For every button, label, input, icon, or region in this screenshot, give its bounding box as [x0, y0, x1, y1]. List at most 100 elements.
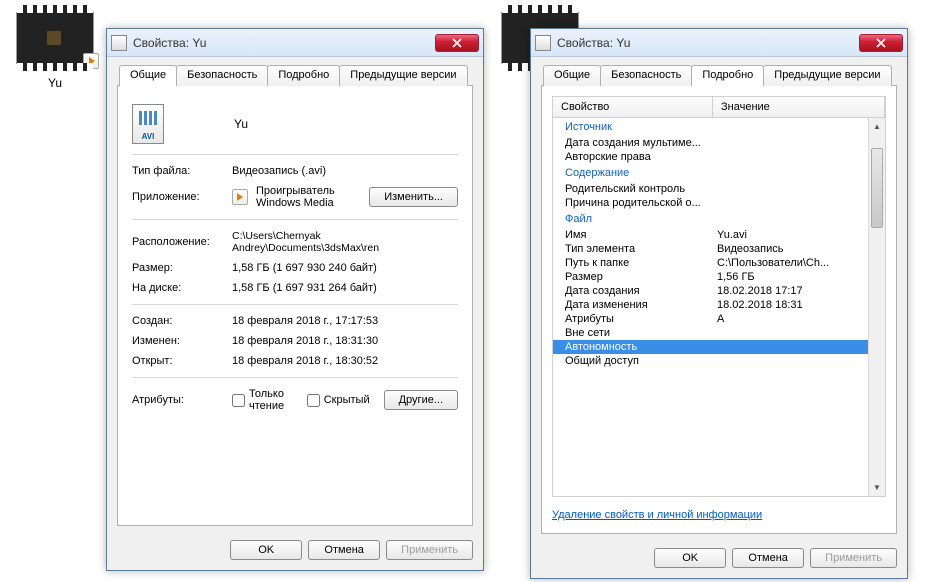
property-value — [713, 327, 885, 339]
property-name: Тип элемента — [553, 243, 713, 255]
value-modified: 18 февраля 2018 г., 18:31:30 — [232, 335, 458, 347]
tab-details[interactable]: Подробно — [267, 65, 340, 86]
dialog-footer: OK Отмена Применить — [107, 532, 483, 570]
titlebar[interactable]: Свойства: Yu — [107, 29, 483, 57]
close-button[interactable] — [859, 34, 903, 52]
label-modified: Изменен: — [132, 335, 232, 347]
property-value: 18.02.2018 17:17 — [713, 285, 885, 297]
avi-file-icon: AVI — [132, 104, 164, 144]
property-row[interactable]: Родительский контроль — [553, 182, 885, 196]
property-row[interactable]: Размер1,56 ГБ — [553, 270, 885, 284]
wmp-icon — [232, 189, 248, 205]
property-row[interactable]: Автономность — [553, 340, 885, 354]
scroll-down-icon[interactable]: ▼ — [869, 479, 885, 496]
property-name: Авторские права — [553, 151, 713, 163]
property-row[interactable]: Дата создания18.02.2018 17:17 — [553, 284, 885, 298]
tab-panel-general: AVI Тип файла: Видеозапись (.avi) Прилож… — [117, 86, 473, 526]
label-filetype: Тип файла: — [132, 165, 232, 177]
apply-button[interactable]: Применить — [386, 540, 473, 560]
property-value — [713, 151, 885, 163]
property-name: Причина родительской о... — [553, 197, 713, 209]
property-value — [713, 197, 885, 209]
property-name: Родительский контроль — [553, 183, 713, 195]
change-app-button[interactable]: Изменить... — [369, 187, 458, 207]
label-disk: На диске: — [132, 282, 232, 294]
property-row[interactable]: Авторские права — [553, 150, 885, 164]
dialog-title: Свойства: Yu — [133, 36, 435, 50]
property-group: Содержание — [553, 164, 885, 182]
tabstrip: Общие Безопасность Подробно Предыдущие в… — [541, 65, 897, 86]
column-header-value[interactable]: Значение — [713, 97, 885, 117]
scroll-up-icon[interactable]: ▲ — [869, 118, 885, 135]
tab-previous[interactable]: Предыдущие версии — [763, 65, 891, 86]
property-name: Имя — [553, 229, 713, 241]
titlebar[interactable]: Свойства: Yu — [531, 29, 907, 57]
label-location: Расположение: — [132, 236, 232, 248]
filename-input[interactable] — [232, 115, 432, 133]
play-overlay-icon — [83, 53, 99, 69]
property-group: Файл — [553, 210, 885, 228]
file-label: Yu — [10, 76, 100, 90]
remove-properties-link[interactable]: Удаление свойств и личной информации — [552, 509, 762, 521]
value-filetype: Видеозапись (.avi) — [232, 165, 458, 177]
ok-button[interactable]: OK — [230, 540, 302, 560]
label-created: Создан: — [132, 315, 232, 327]
dialog-title: Свойства: Yu — [557, 36, 859, 50]
column-header-property[interactable]: Свойство — [553, 97, 713, 117]
properties-dialog-general: Свойства: Yu Общие Безопасность Подробно… — [106, 28, 484, 571]
close-icon — [876, 38, 886, 48]
property-name: Дата создания мультиме... — [553, 137, 713, 149]
property-value — [713, 183, 885, 195]
property-row[interactable]: Путь к папкеC:\Пользователи\Ch... — [553, 256, 885, 270]
ok-button[interactable]: OK — [654, 548, 726, 568]
value-location: C:\Users\Chernyak Andrey\Documents\3dsMa… — [232, 230, 458, 254]
tab-previous[interactable]: Предыдущие версии — [339, 65, 467, 86]
property-row[interactable]: Дата изменения18.02.2018 18:31 — [553, 298, 885, 312]
property-value — [713, 341, 885, 353]
tab-security[interactable]: Безопасность — [176, 65, 268, 86]
tabstrip: Общие Безопасность Подробно Предыдущие в… — [117, 65, 473, 86]
readonly-checkbox[interactable]: Только чтение — [232, 388, 293, 412]
details-listview: Свойство Значение ИсточникДата создания … — [552, 96, 886, 497]
close-icon — [452, 38, 462, 48]
property-value: 1,56 ГБ — [713, 271, 885, 283]
property-row[interactable]: Тип элементаВидеозапись — [553, 242, 885, 256]
tab-security[interactable]: Безопасность — [600, 65, 692, 86]
scrollbar[interactable]: ▲ ▼ — [868, 118, 885, 496]
label-size: Размер: — [132, 262, 232, 274]
tab-panel-details: Свойство Значение ИсточникДата создания … — [541, 86, 897, 534]
property-row[interactable]: Общий доступ — [553, 354, 885, 368]
property-row[interactable]: Дата создания мультиме... — [553, 136, 885, 150]
hidden-checkbox[interactable]: Скрытый — [307, 394, 370, 407]
property-row[interactable]: Причина родительской о... — [553, 196, 885, 210]
value-app: Проигрыватель Windows Media — [256, 185, 365, 209]
details-header: Свойство Значение — [553, 97, 885, 118]
property-name: Дата изменения — [553, 299, 713, 311]
details-rows[interactable]: ИсточникДата создания мультиме... Авторск… — [553, 118, 885, 496]
video-thumbnail-icon — [16, 12, 94, 64]
value-opened: 18 февраля 2018 г., 18:30:52 — [232, 355, 458, 367]
property-group: Источник — [553, 118, 885, 136]
properties-dialog-details: Свойства: Yu Общие Безопасность Подробно… — [530, 28, 908, 579]
cancel-button[interactable]: Отмена — [732, 548, 804, 568]
label-opened: Открыт: — [132, 355, 232, 367]
property-row[interactable]: Вне сети — [553, 326, 885, 340]
cancel-button[interactable]: Отмена — [308, 540, 380, 560]
property-row[interactable]: АтрибутыA — [553, 312, 885, 326]
property-value: Yu.avi — [713, 229, 885, 241]
value-disk: 1,58 ГБ (1 697 931 264 байт) — [232, 282, 458, 294]
property-name: Общий доступ — [553, 355, 713, 367]
property-row[interactable]: ИмяYu.avi — [553, 228, 885, 242]
property-value: Видеозапись — [713, 243, 885, 255]
tab-details[interactable]: Подробно — [691, 65, 764, 86]
scrollbar-thumb[interactable] — [871, 148, 883, 228]
apply-button[interactable]: Применить — [810, 548, 897, 568]
tab-general[interactable]: Общие — [543, 65, 601, 86]
tab-general[interactable]: Общие — [119, 65, 177, 86]
desktop-file-yu[interactable]: Yu — [10, 12, 100, 90]
close-button[interactable] — [435, 34, 479, 52]
other-attributes-button[interactable]: Другие... — [384, 390, 458, 410]
value-size: 1,58 ГБ (1 697 930 240 байт) — [232, 262, 458, 274]
property-name: Дата создания — [553, 285, 713, 297]
property-value — [713, 137, 885, 149]
